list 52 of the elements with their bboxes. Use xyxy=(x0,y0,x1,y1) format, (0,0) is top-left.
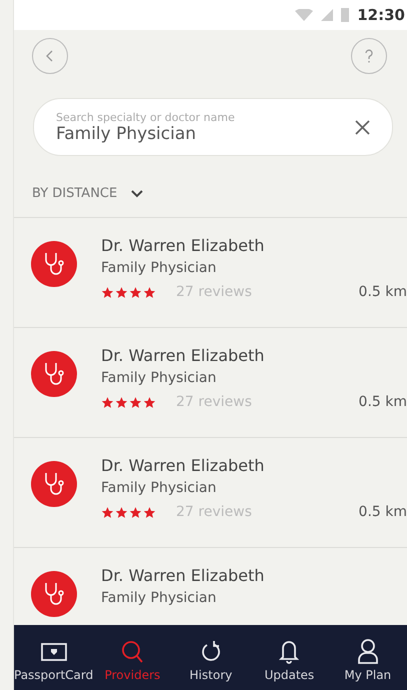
stethoscope-icon xyxy=(31,351,77,397)
doctor-name: Dr. Warren Elizabeth xyxy=(101,346,266,365)
nav-tab[interactable]: PassportCard xyxy=(14,625,94,690)
wifi-icon xyxy=(295,9,314,21)
battery-icon xyxy=(341,8,350,22)
star-icon xyxy=(129,396,142,408)
search-input[interactable]: Family Physician xyxy=(56,124,355,144)
status-time: 12:30 xyxy=(357,6,405,24)
back-button[interactable] xyxy=(32,38,68,74)
star-icon xyxy=(129,286,142,298)
doctor-name: Dr. Warren Elizabeth xyxy=(101,456,266,475)
person-icon xyxy=(356,638,379,664)
nav-tab[interactable]: Providers xyxy=(93,625,172,690)
distance: 0.5 km xyxy=(358,394,407,410)
doctor-name: Dr. Warren Elizabeth xyxy=(101,566,266,585)
chevron-down-icon xyxy=(131,190,144,198)
close-button[interactable] xyxy=(355,120,370,134)
star-icon xyxy=(129,506,142,518)
sort-dropdown[interactable]: BY DISTANCE xyxy=(32,186,144,201)
star-icon xyxy=(143,396,156,408)
signal-icon xyxy=(321,9,334,21)
star-icon xyxy=(143,286,156,298)
chevron-left-icon xyxy=(46,50,54,62)
help-button[interactable] xyxy=(351,38,387,74)
nav-tab[interactable]: History xyxy=(172,625,250,690)
card-icon xyxy=(40,642,68,664)
search-placeholder: Search specialty or doctor name xyxy=(56,110,236,124)
distance: 0.5 km xyxy=(358,284,407,300)
star-icon xyxy=(101,506,114,518)
question-mark-icon xyxy=(364,49,374,63)
stethoscope-icon xyxy=(31,241,77,287)
search-field[interactable]: Search specialty or doctor name Family Physician xyxy=(33,98,393,156)
star-icon xyxy=(115,286,128,298)
star-icon xyxy=(101,396,114,408)
star-icon xyxy=(143,506,156,518)
star-icon xyxy=(101,286,114,298)
close-icon xyxy=(355,120,370,134)
distance: 0.5 km xyxy=(358,504,407,520)
star-icon xyxy=(115,396,128,408)
stethoscope-icon xyxy=(31,461,77,507)
doctor-specialty: Family Physician xyxy=(101,590,218,606)
history-icon xyxy=(200,640,222,664)
nav-tab[interactable]: My Plan xyxy=(328,625,407,690)
doctor-specialty: Family Physician xyxy=(101,480,218,496)
doctor-specialty: Family Physician xyxy=(101,370,218,386)
doctor-specialty: Family Physician xyxy=(101,260,218,276)
stethoscope-icon xyxy=(31,571,77,617)
star-icon xyxy=(115,506,128,518)
nav-tab[interactable]: Updates xyxy=(250,625,329,690)
bell-icon xyxy=(279,638,300,664)
search-icon xyxy=(119,640,146,664)
doctor-name: Dr. Warren Elizabeth xyxy=(101,236,266,255)
